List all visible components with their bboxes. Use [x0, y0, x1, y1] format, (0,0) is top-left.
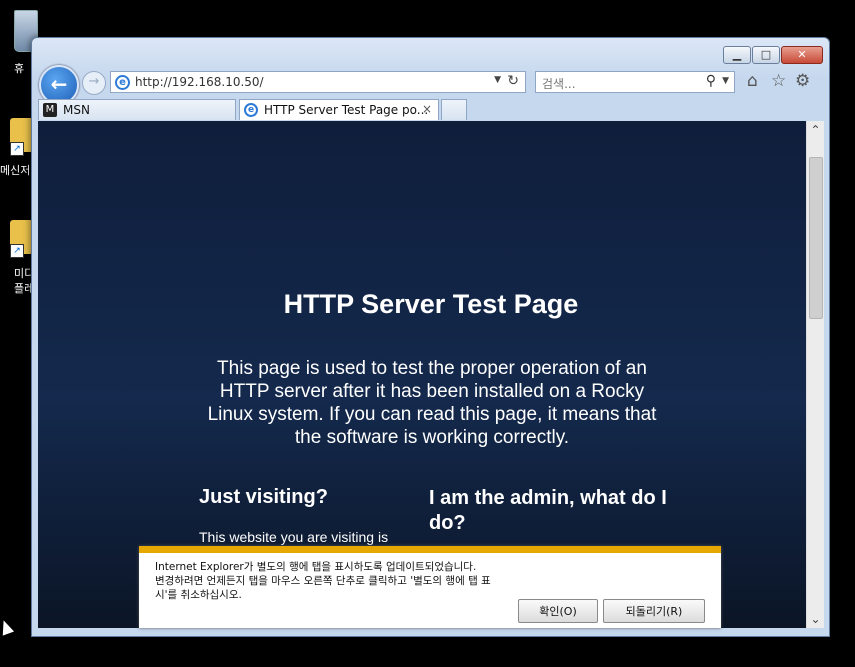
new-tab-button[interactable] — [441, 99, 467, 120]
forward-arrow-icon: → — [88, 74, 100, 89]
tab-label: HTTP Server Test Page po... — [264, 103, 429, 117]
notification-line-2: 변경하려면 언제든지 탭을 마우스 오른쪽 단추로 클릭하고 '별도의 행에 탭… — [155, 575, 491, 601]
forward-button[interactable]: → — [82, 71, 106, 95]
favorites-star-icon[interactable]: ☆ — [771, 71, 786, 91]
admin-heading: I am the admin, what do I do? — [429, 487, 667, 534]
address-url[interactable]: http://192.168.10.50/ — [135, 75, 264, 89]
refresh-icon[interactable]: ↻ — [507, 73, 519, 89]
page-title: HTTP Server Test Page — [283, 289, 579, 319]
search-icon[interactable]: ⚲ — [706, 73, 716, 89]
search-placeholder[interactable]: 검색... — [542, 75, 576, 92]
maximize-button[interactable]: □ — [752, 46, 780, 64]
window-controls: ▁ □ ✕ — [722, 46, 823, 64]
tab-label: MSN — [63, 103, 90, 117]
just-visiting-heading: Just visiting? — [199, 486, 328, 508]
msn-favicon-icon: M — [43, 103, 57, 117]
just-visiting-text: This website you are visiting is — [199, 529, 389, 545]
notification-bar: Internet Explorer가 별도의 행에 탭을 표시하도록 업데이트되… — [139, 546, 721, 628]
scroll-up-icon[interactable]: ⌃ — [807, 121, 824, 139]
minimize-button[interactable]: ▁ — [723, 46, 751, 64]
tab-http-server-test-page[interactable]: e HTTP Server Test Page po... × — [239, 99, 439, 120]
shortcut-arrow-icon: ↗ — [10, 244, 24, 258]
messenger-label: 메신저 — [0, 164, 31, 177]
recycle-bin-label: 휴 — [14, 62, 25, 75]
close-window-button[interactable]: ✕ — [781, 46, 823, 64]
chevron-down-icon[interactable]: ▼ — [722, 76, 729, 86]
mouse-cursor-icon — [0, 618, 15, 636]
page-intro-text: This page is used to test the proper ope… — [207, 358, 657, 448]
ok-button[interactable]: 확인(O) — [518, 599, 598, 623]
browser-window: ▁ □ ✕ ← → e http://192.168.10.50/ ▼ ↻ 검색… — [31, 37, 830, 637]
scroll-down-icon[interactable]: ⌄ — [807, 610, 824, 628]
ie-favicon-icon: e — [244, 103, 258, 117]
address-bar[interactable]: e http://192.168.10.50/ ▼ ↻ — [110, 71, 526, 93]
revert-button[interactable]: 되돌리기(R) — [603, 599, 705, 623]
tab-msn[interactable]: M MSN — [38, 99, 236, 120]
gear-icon[interactable]: ⚙ — [795, 71, 810, 91]
notification-message: Internet Explorer가 별도의 행에 탭을 표시하도록 업데이트되… — [155, 560, 505, 602]
ie-page-icon: e — [115, 75, 130, 90]
back-arrow-icon: ← — [50, 72, 68, 96]
search-box[interactable]: 검색... ⚲ ▼ — [535, 71, 735, 93]
close-tab-icon[interactable]: × — [422, 102, 432, 116]
vertical-scrollbar[interactable]: ⌃ ⌄ — [806, 121, 824, 628]
close-icon: ✕ — [797, 48, 807, 61]
shortcut-arrow-icon: ↗ — [10, 142, 24, 156]
chevron-down-icon[interactable]: ▼ — [494, 75, 501, 85]
notification-line-1: Internet Explorer가 별도의 행에 탭을 표시하도록 업데이트되… — [155, 561, 477, 573]
scroll-thumb[interactable] — [809, 157, 823, 319]
home-icon[interactable]: ⌂ — [747, 71, 758, 91]
minimize-icon: ▁ — [732, 48, 742, 61]
maximize-icon: □ — [760, 48, 772, 61]
